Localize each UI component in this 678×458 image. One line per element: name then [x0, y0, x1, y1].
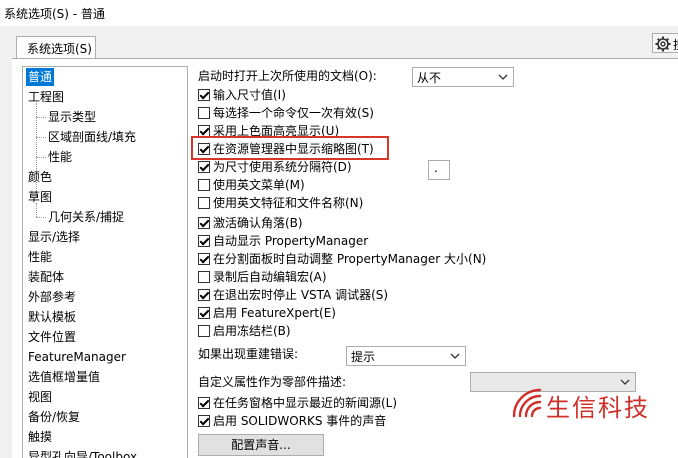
tree-line — [36, 217, 46, 218]
tree-item-view[interactable]: 视图 — [28, 388, 52, 406]
checkbox-featurexpert[interactable] — [198, 307, 210, 319]
tree-item-sketch[interactable]: 草图 — [28, 188, 52, 206]
tab-label: 系统选项(S) — [27, 42, 92, 56]
tree-item-display-selection[interactable]: 显示/选择 — [28, 228, 80, 246]
tree-item-external-references[interactable]: 外部参考 — [28, 288, 76, 306]
checkbox-show-thumbnails[interactable] — [198, 143, 210, 155]
checkbox-english-menu[interactable] — [198, 179, 210, 191]
tree-item-hole-wizard[interactable]: 异型孔向导/Toolbox — [28, 448, 137, 458]
label-auto-propertymanager: 自动显示 PropertyManager — [213, 234, 369, 248]
checkbox-news-feed[interactable] — [198, 397, 210, 409]
tree-line — [36, 117, 46, 118]
label-stop-vsta-debugger: 在退出宏时停止 VSTA 调试器(S) — [213, 288, 389, 302]
chevron-down-icon — [450, 353, 460, 359]
search-options-button[interactable]: 搜 — [652, 33, 678, 53]
tree-item-display-style[interactable]: 显示类型 — [48, 108, 96, 126]
tree-item-featuremanager[interactable]: FeatureManager — [28, 348, 126, 366]
open-last-select[interactable]: 从不 — [412, 67, 514, 87]
tree-item-performance[interactable]: 性能 — [28, 248, 52, 266]
checkbox-stop-vsta-debugger[interactable] — [198, 289, 210, 301]
rebuild-error-label: 如果出现重建错误: — [198, 347, 299, 361]
gear-icon — [655, 36, 671, 52]
tree-item-colors[interactable]: 颜色 — [28, 168, 52, 186]
rebuild-error-value: 提示 — [351, 350, 376, 364]
checkbox-single-command[interactable] — [198, 107, 210, 119]
tree-item-relations-snaps[interactable]: 几何关系/捕捉 — [48, 208, 124, 226]
checkbox-input-dimension[interactable] — [198, 89, 210, 101]
configure-sounds-button[interactable]: 配置声音... — [198, 434, 324, 456]
title-bar: 系统选项(S) - 普通 — [0, 0, 678, 26]
tree-item-drawing-performance[interactable]: 性能 — [48, 148, 72, 166]
window-title: 系统选项(S) - 普通 — [4, 7, 105, 21]
watermark-logo-icon — [512, 388, 542, 418]
custom-property-label: 自定义属性作为零部件描述: — [198, 375, 347, 389]
label-event-sounds: 启用 SOLIDWORKS 事件的声音 — [213, 414, 387, 428]
label-system-separator: 为尺寸使用系统分隔符(D) — [213, 160, 352, 174]
checkbox-freeze-bar[interactable] — [198, 325, 210, 337]
label-auto-edit-macro: 录制后自动编辑宏(A) — [213, 270, 327, 284]
checkbox-event-sounds[interactable] — [198, 415, 210, 427]
watermark-text: 生信科技 — [546, 394, 650, 422]
tree-item-touch[interactable]: 触摸 — [28, 428, 52, 446]
tree-item-area-hatch[interactable]: 区域剖面线/填充 — [48, 128, 136, 146]
label-input-dimension: 输入尺寸值(I) — [213, 88, 286, 102]
label-confirmation-corner: 激活确认角落(B) — [213, 216, 303, 230]
open-last-label: 启动时打开上次所使用的文档(O): — [198, 69, 377, 83]
options-tree[interactable]: 普通 工程图 显示类型 区域剖面线/填充 性能 颜色 草图 几何关系/捕捉 显示… — [22, 66, 188, 458]
checkbox-confirmation-corner[interactable] — [198, 217, 210, 229]
label-single-command: 每选择一个命令仅一次有效(S) — [213, 106, 374, 120]
chevron-down-icon — [498, 74, 508, 80]
watermark: 生信科技 — [510, 384, 678, 424]
separator-input[interactable]: . — [428, 160, 450, 180]
tab-system-options[interactable]: 系统选项(S) — [16, 36, 96, 58]
tree-item-file-locations[interactable]: 文件位置 — [28, 328, 76, 346]
checkbox-auto-resize-propertymanager[interactable] — [198, 253, 210, 265]
checkbox-english-feature-names[interactable] — [198, 197, 210, 209]
checkbox-auto-edit-macro[interactable] — [198, 271, 210, 283]
checkbox-system-separator[interactable] — [198, 161, 210, 173]
tree-item-assemblies[interactable]: 装配体 — [28, 268, 64, 286]
label-featurexpert: 启用 FeatureXpert(E) — [213, 306, 336, 320]
label-english-feature-names: 使用英文特征和文件名称(N) — [213, 196, 364, 210]
label-english-menu: 使用英文菜单(M) — [213, 178, 305, 192]
rebuild-error-select[interactable]: 提示 — [346, 346, 466, 366]
label-news-feed: 在任务窗格中显示最近的新闻源(L) — [213, 396, 398, 410]
label-show-thumbnails: 在资源管理器中显示缩略图(T) — [213, 142, 374, 156]
tree-item-general[interactable]: 普通 — [26, 68, 55, 86]
tree-line — [36, 157, 46, 158]
search-label: 搜 — [673, 36, 678, 53]
separator-value: . — [434, 161, 438, 175]
tree-item-drawings[interactable]: 工程图 — [28, 88, 64, 106]
tree-item-backup-recover[interactable]: 备份/恢复 — [28, 408, 80, 426]
tree-item-spin-box-increments[interactable]: 选值框增量值 — [28, 368, 100, 386]
tree-line — [36, 137, 46, 138]
open-last-value: 从不 — [417, 71, 442, 85]
tree-item-default-templates[interactable]: 默认模板 — [28, 308, 76, 326]
checkbox-auto-propertymanager[interactable] — [198, 235, 210, 247]
label-auto-resize-propertymanager: 在分割面板时自动调整 PropertyManager 大小(N) — [213, 252, 487, 266]
label-freeze-bar: 启用冻结栏(B) — [213, 324, 291, 338]
